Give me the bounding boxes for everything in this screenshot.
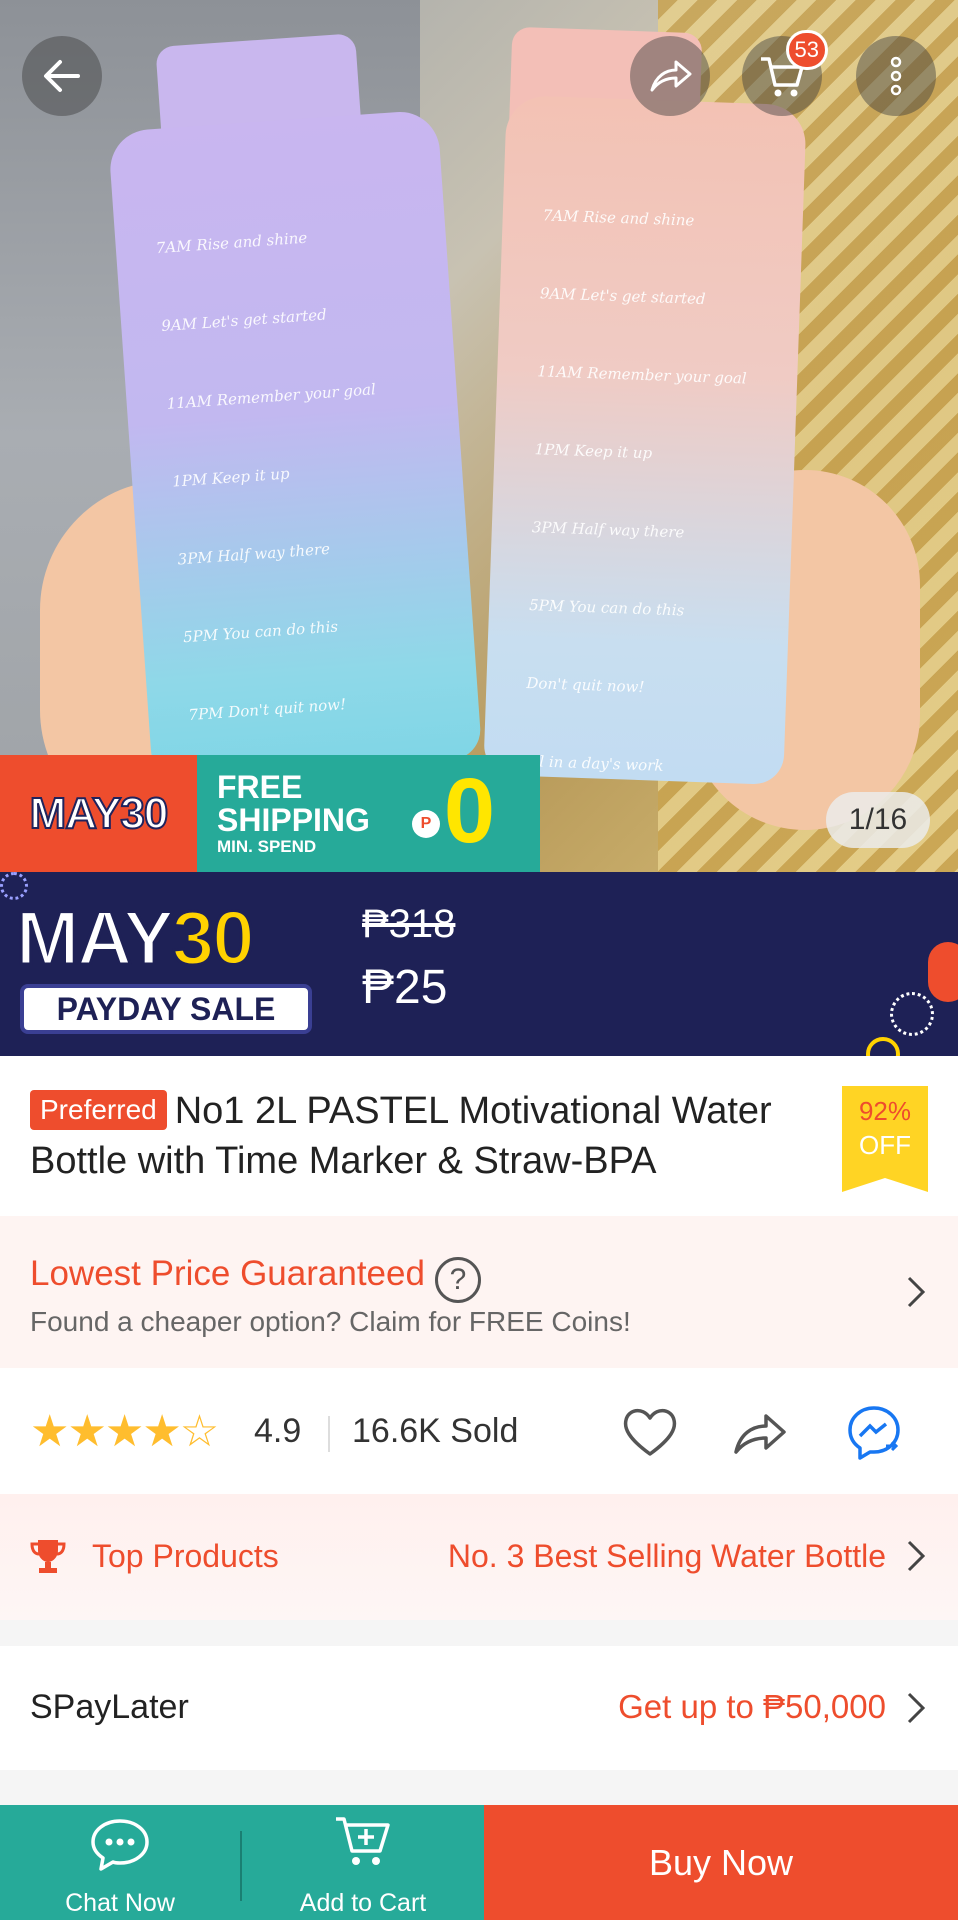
- confetti: [866, 1037, 900, 1056]
- chat-now-label: Chat Now: [65, 1889, 175, 1917]
- promo-event-label: MAY30: [0, 755, 197, 872]
- lowest-price-heading: Lowest Price Guaranteed?: [30, 1254, 481, 1303]
- promo-zero: 0: [443, 760, 495, 862]
- time-marker: 9AM Let's get started: [160, 305, 328, 336]
- trophy-icon: [30, 1540, 66, 1573]
- discount-label: OFF: [859, 1130, 911, 1160]
- rating-separator: [328, 1416, 330, 1452]
- sale-logo-num: 30: [170, 895, 256, 983]
- sale-logo-top: MAY30: [15, 894, 312, 984]
- lowest-price-subtext: Found a cheaper option? Claim for FREE C…: [30, 1306, 631, 1337]
- payday-sale-banner[interactable]: MAY30 PAYDAY SALE ₱318 ₱25: [0, 872, 958, 1056]
- rating-stars: ★★★★☆: [30, 1407, 219, 1456]
- time-marker: Don't quit now!: [526, 674, 645, 697]
- promo-free-shipping: FREE SHIPPING MIN. SPEND P 0: [197, 755, 540, 872]
- chevron-right-icon: [907, 1692, 926, 1724]
- add-cart-icon: [336, 1817, 390, 1865]
- sale-price: ₱25: [362, 961, 448, 1014]
- purple-time-markers: 7AM Rise and shine 9AM Let's get started 1…: [153, 195, 405, 832]
- image-counter: 1/16: [826, 792, 930, 848]
- question-icon[interactable]: ?: [434, 1257, 481, 1303]
- time-marker: 1PM Keep it up: [171, 464, 291, 491]
- preferred-badge: Preferred: [30, 1090, 167, 1130]
- discount-percent: 92%: [858, 1096, 912, 1126]
- pink-time-markers: 7AM Rise and shine 9AM Let's get started 1…: [522, 176, 753, 807]
- chat-bubble-icon: [91, 1819, 149, 1871]
- add-to-cart-label: Add to Cart: [299, 1889, 427, 1917]
- free-shipping-promo: MAY30 FREE SHIPPING MIN. SPEND P 0: [0, 755, 540, 872]
- top-products-label: Top Products: [92, 1538, 279, 1574]
- buy-now-button[interactable]: Buy Now: [484, 1805, 958, 1920]
- time-marker: 11AM Remember your goal: [166, 380, 377, 413]
- cart-button[interactable]: 53: [742, 30, 828, 116]
- time-marker: 5PM You can do this: [528, 596, 685, 620]
- lowest-price-heading-text: Lowest Price Guaranteed: [30, 1254, 425, 1293]
- discount-tag: 92% OFF: [842, 1086, 928, 1192]
- product-title: Preferred No1 2L PASTEL Motivational Wate…: [30, 1086, 840, 1186]
- more-options-button[interactable]: [856, 36, 936, 116]
- back-arrow-icon: [44, 60, 80, 92]
- confetti: [928, 942, 958, 1002]
- rating-score: 4.9: [254, 1412, 302, 1450]
- sale-logo-bottom: PAYDAY SALE: [20, 984, 312, 1034]
- spaylater-offer: Get up to ₱50,000: [618, 1688, 886, 1725]
- cart-count-badge: 53: [785, 30, 828, 70]
- promo-event-text: MAY30: [29, 788, 170, 839]
- time-marker: 7PM Don't quit now!: [187, 695, 347, 725]
- lowest-price-guarantee[interactable]: Lowest Price Guaranteed? Found a cheaper…: [0, 1216, 958, 1368]
- sold-count: 16.6K Sold: [352, 1412, 519, 1450]
- confetti: [890, 992, 934, 1036]
- time-marker: 1PM Keep it up: [534, 440, 653, 463]
- time-marker: 7AM Rise and shine: [155, 228, 308, 258]
- purple-bottle: 7AM Rise and shine 9AM Let's get started 1…: [107, 109, 483, 802]
- time-marker: All in a day's work: [523, 751, 664, 775]
- chevron-right-icon: [907, 1276, 926, 1308]
- chat-now-button[interactable]: Chat Now: [0, 1805, 240, 1920]
- heart-icon[interactable]: [618, 1400, 682, 1464]
- share-icon: [650, 60, 692, 92]
- time-marker: 5PM You can do this: [182, 617, 339, 647]
- add-to-cart-button[interactable]: Add to Cart: [242, 1805, 484, 1920]
- bottom-action-bar: Chat Now Add to Cart Buy Now: [0, 1805, 958, 1920]
- original-price: ₱318: [362, 902, 456, 946]
- time-marker: 7AM Rise and shine: [542, 206, 695, 230]
- chevron-right-icon: [907, 1540, 926, 1572]
- time-marker: 3PM Half way there: [177, 539, 331, 569]
- spaylater-label: SPayLater: [30, 1688, 189, 1726]
- spaylater-row[interactable]: SPayLater Get up to ₱50,000: [0, 1646, 958, 1770]
- share-arrow-icon[interactable]: [728, 1400, 792, 1464]
- peso-coin-icon: P: [412, 810, 440, 838]
- rating-row: ★★★★☆ 4.9 16.6K Sold: [0, 1368, 958, 1494]
- top-products-row[interactable]: Top Products No. 3 Best Selling Water Bo…: [0, 1494, 958, 1620]
- time-marker: 11AM Remember your goal: [537, 362, 747, 388]
- product-title-section: Preferred No1 2L PASTEL Motivational Wate…: [0, 1056, 958, 1216]
- time-marker: 9AM Let's get started: [539, 284, 706, 309]
- share-button[interactable]: [630, 36, 710, 116]
- product-image-carousel[interactable]: 7AM Rise and shine 9AM Let's get started 1…: [0, 0, 958, 872]
- more-icon: [890, 56, 902, 96]
- messenger-icon[interactable]: [842, 1400, 906, 1464]
- time-marker: 3PM Half way there: [531, 518, 685, 542]
- payday-sale-logo: MAY30 PAYDAY SALE: [15, 894, 312, 1034]
- top-products-rank: No. 3 Best Selling Water Bottle: [447, 1538, 886, 1574]
- back-button[interactable]: [22, 36, 102, 116]
- pink-bottle: 7AM Rise and shine 9AM Let's get started 1…: [483, 94, 807, 786]
- sale-logo-may: MAY: [15, 895, 176, 983]
